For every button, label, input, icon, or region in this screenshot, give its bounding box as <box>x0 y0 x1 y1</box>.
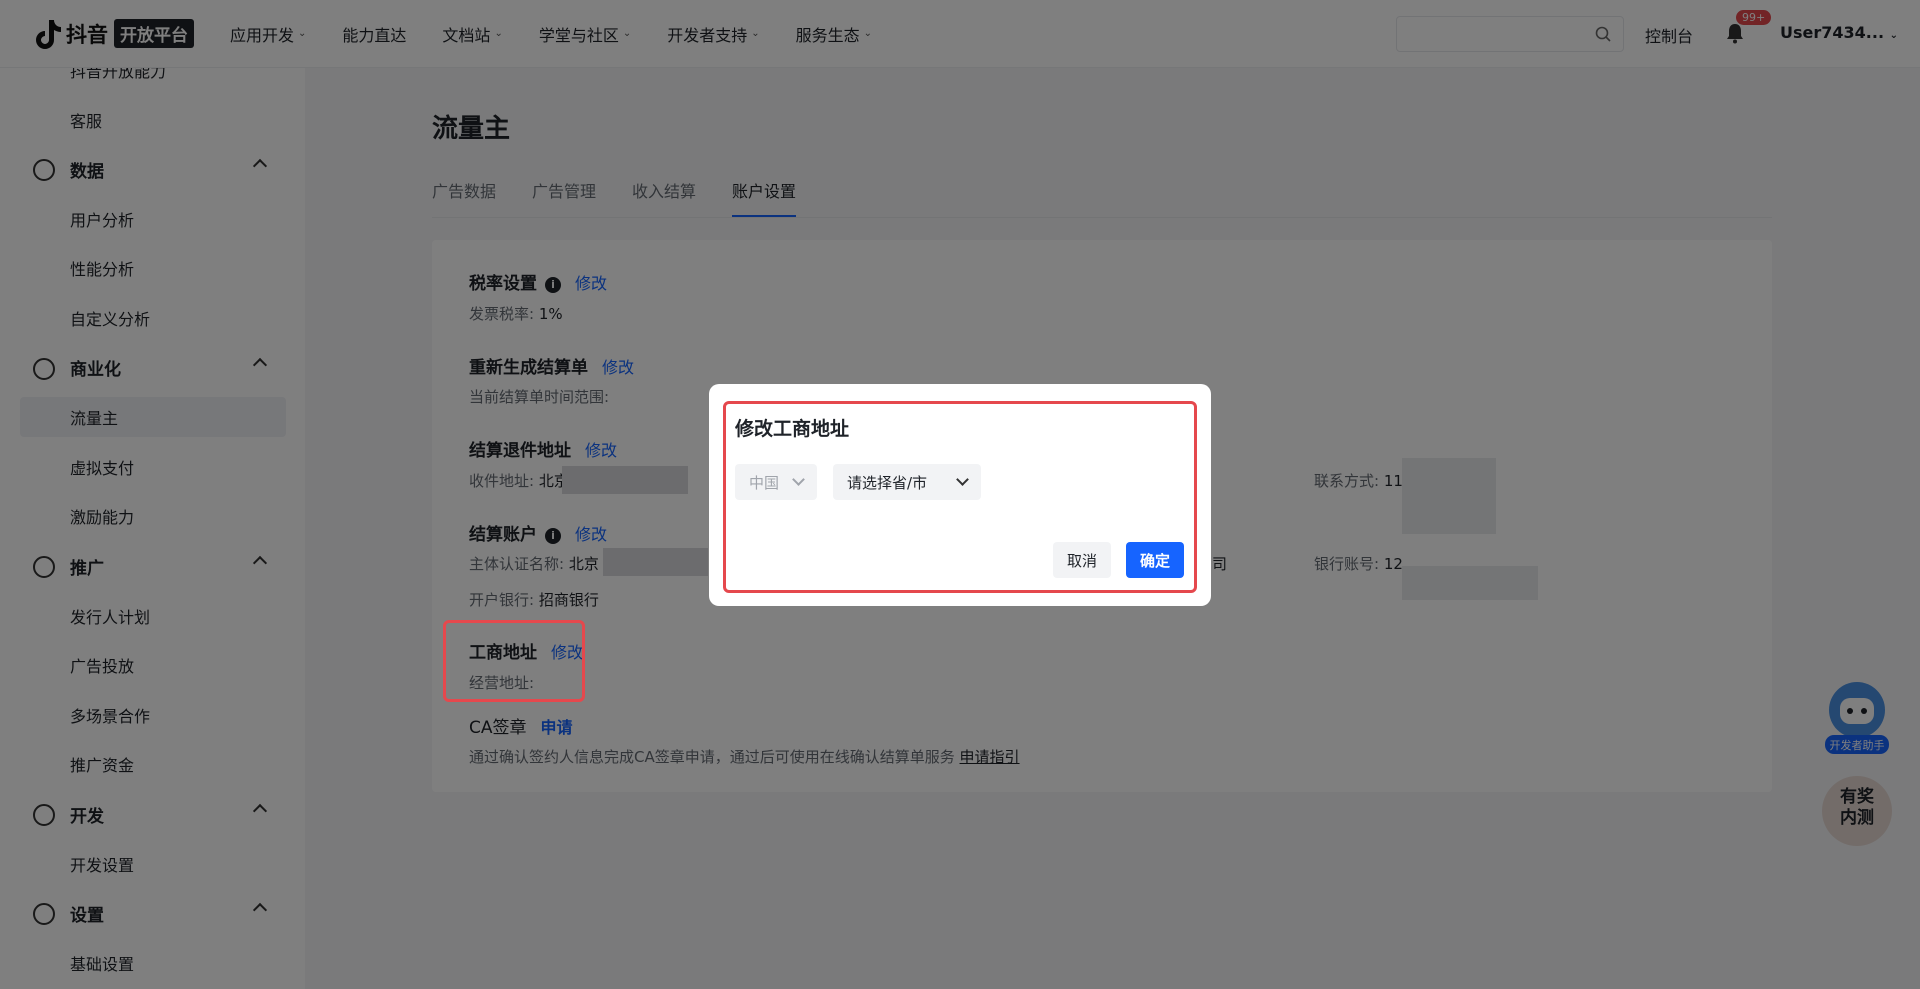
highlight-biz-addr <box>443 620 585 702</box>
highlight-dialog <box>723 401 1197 593</box>
